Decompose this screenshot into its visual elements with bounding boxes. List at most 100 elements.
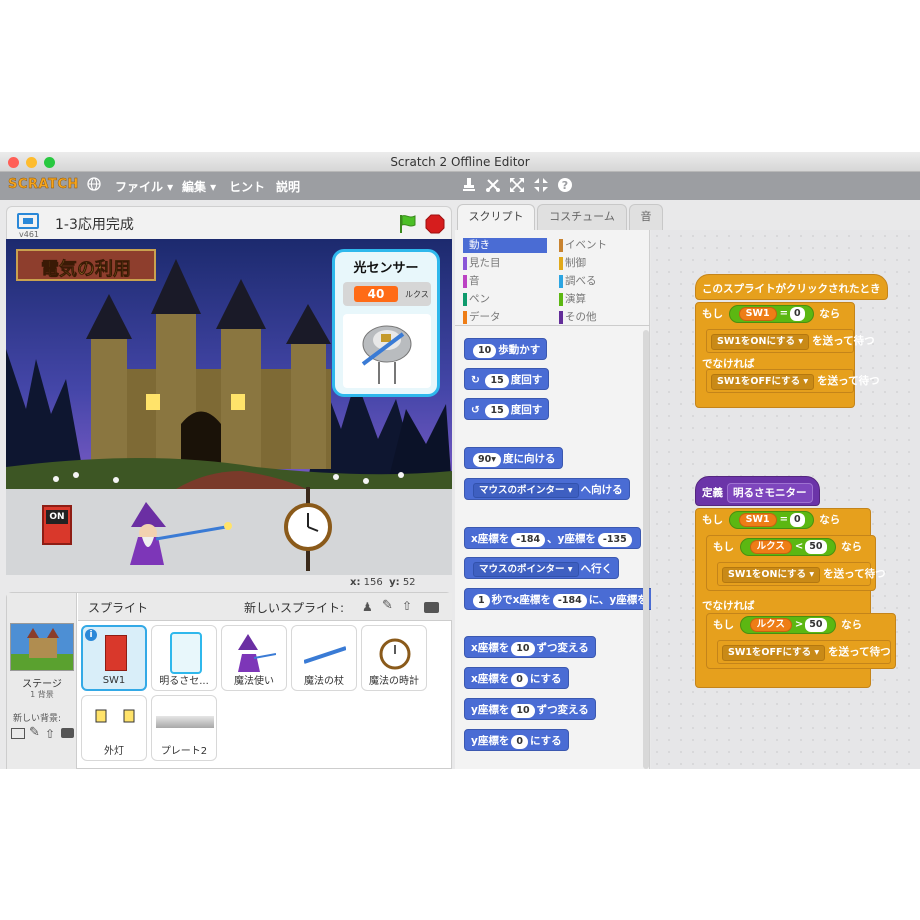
sprite-tile-street-lamp[interactable]: 外灯: [81, 695, 147, 761]
broadcast-wait-block[interactable]: SW1をOFFにする ▾ を送って待つ: [717, 640, 891, 664]
category-sensing[interactable]: 調べる: [559, 274, 597, 289]
menu-edit[interactable]: 編集 ▾: [182, 178, 216, 195]
grow-icon[interactable]: [509, 177, 525, 195]
block-set-x[interactable]: x座標を 0 にする: [464, 667, 569, 689]
if-block-lux-high[interactable]: もし ルクス >50 なら SW1をOFFにする ▾ を送って待つ: [706, 613, 896, 669]
sprite-tile-magic-clock[interactable]: 魔法の時計: [361, 625, 427, 691]
palette-scrollbar[interactable]: [643, 330, 649, 769]
stage-thumbnail-column: ステージ 1 背景 新しい背景: ✎ ⇧: [7, 593, 77, 769]
editor-tabs: スクリプト コスチューム 音: [455, 204, 915, 230]
stop-icon[interactable]: [425, 214, 445, 238]
if-else-block-1[interactable]: もし SW1 = 0 なら SW1をONにする ▾ を送って待つ でなければ SW1を…: [695, 302, 880, 408]
fullscreen-icon[interactable]: [17, 213, 39, 229]
upload-backdrop-icon[interactable]: ⇧: [45, 727, 55, 741]
help-icon[interactable]: ?: [557, 177, 573, 195]
menu-tips[interactable]: ヒント: [229, 178, 265, 195]
switch-sprite[interactable]: ON: [42, 505, 72, 545]
scissors-icon[interactable]: [485, 177, 501, 195]
stage-thumbnail[interactable]: [10, 623, 74, 671]
tab-costumes[interactable]: コスチューム: [537, 204, 627, 230]
sprite-tile-sw1[interactable]: i SW1: [81, 625, 147, 691]
script-area[interactable]: このスプライトがクリックされたとき もし SW1 = 0 なら SW1をONにする …: [651, 230, 920, 769]
when-sprite-clicked-hat[interactable]: このスプライトがクリックされたとき: [695, 274, 888, 300]
backdrop-library-icon[interactable]: [11, 728, 25, 739]
broadcast-wait-block[interactable]: SW1をOFFにする ▾ を送って待つ: [706, 369, 880, 393]
app-window: Scratch 2 Offline Editor SCRATCH ファイル ▾ …: [0, 152, 920, 769]
sprite-panel: ステージ 1 背景 新しい背景: ✎ ⇧ スプライト 新しいスプライト: ♟ ✎…: [6, 592, 452, 769]
sprite-tile-plate2[interactable]: プレート2: [151, 695, 217, 761]
sensor-readout: 40 ルクス: [343, 282, 431, 306]
category-looks[interactable]: 見た目: [463, 256, 501, 271]
block-goto-xy[interactable]: x座標を -184 、y座標を -135: [464, 527, 641, 549]
title-banner: 電気の利用: [16, 249, 156, 281]
globe-language-icon[interactable]: [86, 177, 102, 195]
backdrop-count: 1 背景: [30, 690, 54, 699]
if-else-block-2[interactable]: もし SW1 = 0 なら もし ルクス <50 なら SW1をONにする ▾ を送って…: [695, 508, 896, 688]
category-operators[interactable]: 演算: [559, 292, 586, 307]
sprite-tile-brightness-sensor[interactable]: 明るさセ...: [151, 625, 217, 691]
paint-sprite-icon[interactable]: ✎: [382, 598, 393, 613]
category-events[interactable]: イベント: [559, 238, 607, 253]
shrink-icon[interactable]: [533, 177, 549, 195]
broadcast-wait-block[interactable]: SW1をONにする ▾ を送って待つ: [706, 329, 875, 353]
block-turn-left[interactable]: ↺ 15 度回す: [464, 398, 550, 420]
sprite-label: SW1: [102, 675, 126, 686]
mouse-coordinates: x: 156 y: 52: [350, 577, 416, 588]
sprite-label: 明るさセ...: [159, 676, 209, 687]
block-move-steps[interactable]: 10 歩動かす: [464, 338, 548, 360]
scratch-logo[interactable]: SCRATCH: [8, 177, 79, 192]
project-title[interactable]: 1-3応用完成: [55, 214, 134, 234]
switch-on-label: ON: [46, 510, 68, 524]
block-change-x[interactable]: x座標を 10 ずつ変える: [464, 636, 596, 658]
title-bar: Scratch 2 Offline Editor: [0, 152, 920, 172]
sprite-library-icon[interactable]: ♟: [362, 600, 373, 614]
block-turn-right[interactable]: ↻ 15 度回す: [464, 368, 550, 390]
category-motion[interactable]: 動き: [463, 238, 547, 253]
category-data[interactable]: データ: [463, 310, 501, 325]
rotate-right-icon: ↻: [471, 374, 480, 386]
sprite-tile-magic-wand[interactable]: 魔法の杖: [291, 625, 357, 691]
menu-about[interactable]: 説明: [276, 178, 300, 195]
camera-backdrop-icon[interactable]: [61, 728, 74, 738]
upload-sprite-icon[interactable]: ⇧: [402, 599, 412, 613]
block-change-y[interactable]: y座標を 10 ずつ変える: [464, 698, 596, 720]
tab-sounds[interactable]: 音: [629, 204, 663, 230]
sprite-thumb: [156, 702, 214, 744]
sprite-thumb: [95, 633, 137, 675]
light-sensor-monitor[interactable]: 光センサー 40 ルクス: [332, 249, 440, 397]
wizard-sprite[interactable]: [126, 497, 236, 571]
menu-file[interactable]: ファイル ▾: [115, 178, 173, 195]
camera-sprite-icon[interactable]: [424, 602, 439, 613]
block-palette: 動き 見た目 音 ペン データ イベント 制御 調べる 演算 その他 10 歩動か…: [455, 230, 655, 769]
if-block-lux-low[interactable]: もし ルクス <50 なら SW1をONにする ▾ を送って待つ: [706, 535, 886, 591]
define-block[interactable]: 定義 明るさモニター: [695, 476, 820, 506]
sprite-thumb: [94, 702, 136, 744]
sensor-unit: ルクス: [405, 290, 429, 299]
stamp-icon[interactable]: [461, 177, 477, 195]
category-more-blocks[interactable]: その他: [559, 310, 597, 325]
block-glide[interactable]: 1 秒でx座標を -184 に、y座標を: [464, 588, 655, 610]
paint-backdrop-icon[interactable]: ✎: [29, 725, 40, 740]
tab-scripts[interactable]: スクリプト: [457, 204, 535, 230]
block-goto[interactable]: マウスのポインター ▾ へ行く: [464, 557, 620, 579]
sprite-panel-header: スプライト 新しいスプライト: ♟ ✎ ⇧: [78, 593, 452, 621]
window-title: Scratch 2 Offline Editor: [390, 155, 530, 169]
sprite-thumb: [164, 632, 206, 674]
broadcast-wait-block[interactable]: SW1をONにする ▾ を送って待つ: [717, 562, 886, 586]
block-point-direction[interactable]: 90▾ 度に向ける: [464, 447, 563, 469]
category-pen[interactable]: ペン: [463, 292, 490, 307]
svg-text:?: ?: [562, 179, 568, 192]
stage-canvas[interactable]: 電気の利用 光センサー 40 ルクス ON: [6, 239, 452, 575]
block-point-towards[interactable]: マウスのポインター ▾ へ向ける: [464, 478, 630, 500]
new-sprite-label: 新しいスプライト:: [244, 601, 345, 615]
clock-sprite[interactable]: [276, 487, 340, 575]
sprites-title: スプライト: [88, 601, 149, 615]
category-sound[interactable]: 音: [463, 274, 480, 289]
block-set-y[interactable]: y座標を 0 にする: [464, 729, 569, 751]
sprite-label: 魔法の時計: [369, 676, 419, 687]
sprite-thumb: [303, 632, 347, 674]
green-flag-icon[interactable]: [397, 213, 419, 239]
sprite-label: 外灯: [104, 746, 124, 757]
sprite-tile-wizard[interactable]: 魔法使い: [221, 625, 287, 691]
category-control[interactable]: 制御: [559, 256, 586, 271]
